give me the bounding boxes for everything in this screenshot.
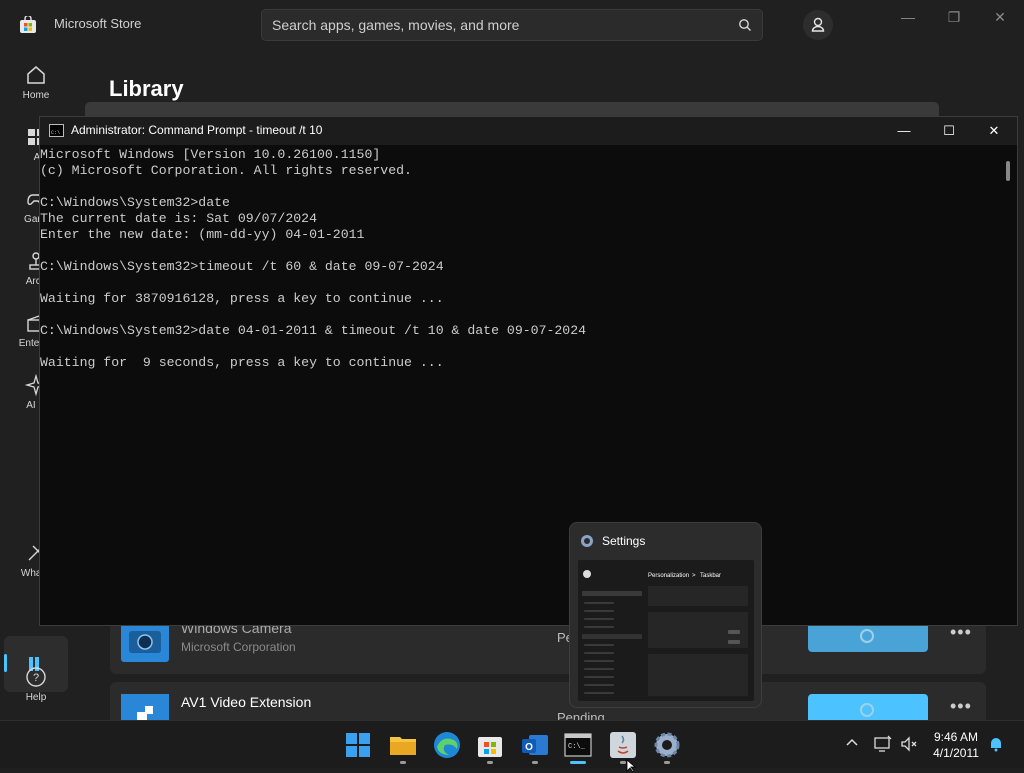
library-item-publisher: Microsoft Corporation	[181, 640, 296, 654]
store-minimize-button[interactable]: —	[893, 6, 923, 28]
console-line: C:\Windows\System32>date	[40, 195, 230, 210]
running-indicator	[664, 761, 670, 764]
console-line: (c) Microsoft Corporation. All rights re…	[40, 163, 412, 178]
cmd-titlebar[interactable]: C:\ Administrator: Command Prompt - time…	[40, 117, 1017, 145]
breadcrumb-child: Taskbar	[700, 573, 722, 579]
breadcrumb-parent: Personalization	[648, 573, 690, 579]
settings-window-thumbnail[interactable]: Personalization > Taskbar	[578, 560, 754, 701]
sidebar-item-help[interactable]: ? Help	[0, 658, 72, 714]
cmd-console-output[interactable]: Microsoft Windows [Version 10.0.26100.11…	[40, 145, 1002, 625]
library-filter-bar	[85, 102, 939, 116]
notification-bell-icon[interactable]	[988, 736, 1004, 752]
store-app-title: Microsoft Store	[54, 16, 142, 31]
breadcrumb-separator: >	[692, 573, 696, 579]
command-prompt-window[interactable]: C:\ Administrator: Command Prompt - time…	[39, 116, 1018, 626]
running-indicator	[487, 761, 493, 764]
store-close-button[interactable]: ✕	[985, 6, 1015, 28]
java-icon[interactable]	[607, 729, 639, 761]
command-prompt-icon[interactable]: C:\_	[562, 729, 594, 761]
taskbar-clock-time[interactable]: 9:46 AM	[928, 730, 984, 744]
cmd-close-button[interactable]: ✕	[974, 120, 1014, 142]
volume-muted-icon[interactable]	[899, 734, 919, 754]
store-maximize-button[interactable]: ❐	[939, 6, 969, 28]
help-icon: ?	[26, 667, 46, 687]
start-icon[interactable]	[342, 729, 374, 761]
account-icon[interactable]	[803, 10, 833, 40]
svg-text:?: ?	[33, 672, 39, 684]
cmd-maximize-button[interactable]: ☐	[929, 120, 969, 142]
running-indicator	[532, 761, 538, 764]
search-icon[interactable]	[738, 18, 752, 32]
library-item-name: AV1 Video Extension	[181, 694, 312, 710]
network-icon[interactable]	[873, 734, 893, 754]
edge-icon[interactable]	[431, 729, 463, 761]
sidebar-item-label: Home	[22, 90, 50, 101]
sidebar-item-label: Help	[25, 692, 47, 703]
console-line: C:\Windows\System32>date 04-01-2011 & ti…	[40, 323, 587, 338]
console-line: C:\Windows\System32>timeout /t 60 & date…	[40, 259, 444, 274]
mouse-cursor-icon	[626, 759, 636, 773]
console-line: Enter the new date: (mm-dd-yy) 04-01-201…	[40, 227, 365, 242]
outlook-icon[interactable]: O	[519, 729, 551, 761]
stop-download-icon	[860, 703, 874, 717]
store-titlebar: Microsoft Store Search apps, games, movi…	[0, 0, 1024, 48]
camera-app-icon	[121, 620, 169, 662]
console-line: Waiting for 9 seconds, press a key to co…	[40, 355, 444, 370]
store-search-box[interactable]: Search apps, games, movies, and more	[261, 9, 763, 41]
svg-text:C:\: C:\	[51, 130, 60, 136]
active-indicator	[570, 761, 586, 764]
more-options-icon[interactable]: •••	[950, 696, 972, 717]
avatar	[583, 570, 591, 578]
cmd-window-title: Administrator: Command Prompt - timeout …	[71, 123, 323, 137]
settings-taskbar-preview[interactable]: Settings Personalization > Taskbar	[569, 522, 762, 708]
page-title: Library	[109, 76, 184, 101]
settings-icon[interactable]	[651, 729, 683, 761]
command-prompt-icon: C:\	[49, 124, 64, 137]
svg-text:O: O	[525, 742, 533, 753]
file-explorer-icon[interactable]	[387, 729, 419, 761]
store-icon[interactable]	[474, 729, 506, 761]
taskbar-clock-date[interactable]: 4/1/2011	[928, 746, 984, 760]
console-line: Microsoft Windows [Version 10.0.26100.11…	[40, 147, 381, 162]
cmd-scrollbar[interactable]	[1006, 161, 1010, 181]
sidebar-item-home[interactable]: Home	[0, 56, 72, 112]
console-line: Waiting for 3870916128, press a key to c…	[40, 291, 444, 306]
running-indicator	[400, 761, 406, 764]
chevron-up-icon[interactable]	[845, 736, 859, 750]
taskbar: O C:\_ 9:46 AM 4/1/2011	[0, 720, 1024, 773]
console-line: The current date is: Sat 09/07/2024	[40, 211, 317, 226]
settings-search	[582, 591, 642, 596]
settings-gear-icon	[581, 535, 593, 547]
stop-download-icon	[860, 629, 874, 643]
svg-text:C:\_: C:\_	[568, 743, 586, 751]
preview-title: Settings	[602, 534, 646, 548]
store-logo-icon	[20, 16, 36, 33]
cmd-minimize-button[interactable]: —	[884, 120, 924, 142]
search-input[interactable]: Search apps, games, movies, and more	[272, 17, 519, 33]
home-icon	[27, 66, 45, 84]
